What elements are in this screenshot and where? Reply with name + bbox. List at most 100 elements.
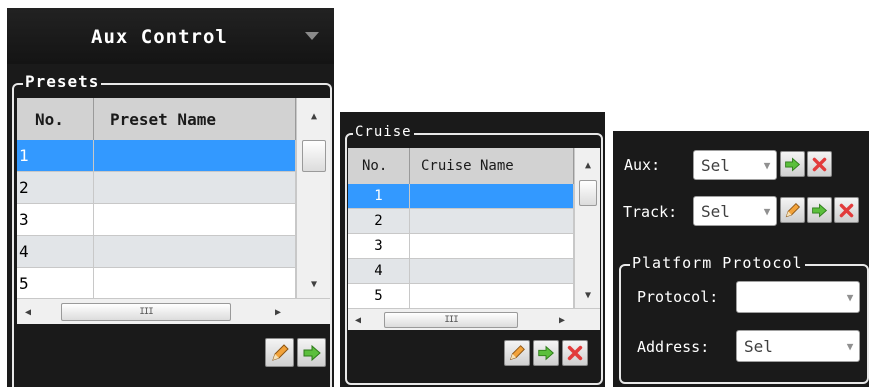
column-header-preset-name[interactable]: Preset Name <box>94 98 296 140</box>
scroll-up-arrow-icon[interactable]: ▲ <box>575 156 600 174</box>
column-header-no[interactable]: No. <box>348 148 410 184</box>
chevron-down-icon[interactable]: ▼ <box>758 159 776 172</box>
presets-vertical-scrollbar[interactable]: ▲ ▼ <box>296 98 330 298</box>
presets-hscroll-thumb[interactable]: III <box>61 303 231 321</box>
pencil-icon <box>509 345 525 361</box>
table-row[interactable]: 3 <box>348 234 574 259</box>
aux-stop-button[interactable] <box>807 151 832 177</box>
column-header-no[interactable]: No. <box>17 98 94 140</box>
row-name-cell <box>410 209 574 233</box>
row-number-cell: 5 <box>17 268 94 299</box>
cruise-action-bar <box>348 330 600 384</box>
aux-run-button[interactable] <box>780 151 805 177</box>
row-number-cell: 4 <box>348 259 410 283</box>
chevron-down-icon[interactable]: ▼ <box>841 291 859 304</box>
cruise-table: No. Cruise Name 12345 ▲ ▼ ◀ III ▶ <box>348 148 600 330</box>
protocol-select[interactable]: ▼ <box>736 281 860 313</box>
scroll-grip-icon: III <box>444 315 458 325</box>
row-number-cell: 1 <box>348 184 410 208</box>
table-row[interactable]: 3 <box>17 204 296 236</box>
presets-vscroll-thumb[interactable] <box>302 140 326 172</box>
scroll-grip-icon: III <box>139 307 153 317</box>
table-row[interactable]: 2 <box>17 172 296 204</box>
arrow-right-icon <box>812 203 828 217</box>
track-label: Track: <box>623 203 678 221</box>
arrow-right-icon <box>538 345 554 361</box>
panel-title: Aux Control <box>91 26 228 48</box>
edit-cruise-button[interactable] <box>504 340 530 366</box>
table-row[interactable]: 5 <box>348 284 574 309</box>
arrow-right-icon <box>785 157 801 171</box>
table-row[interactable]: 4 <box>348 259 574 284</box>
row-name-cell <box>94 140 296 171</box>
row-number-cell: 3 <box>348 234 410 258</box>
scroll-left-arrow-icon[interactable]: ◀ <box>350 311 366 329</box>
chevron-down-icon[interactable]: ▼ <box>758 205 776 218</box>
row-number-cell: 1 <box>17 140 94 171</box>
aux-select-value: Sel <box>701 155 730 175</box>
arrow-right-icon <box>303 344 321 361</box>
track-edit-button[interactable] <box>780 197 805 223</box>
row-name-cell <box>410 259 574 283</box>
row-number-cell: 3 <box>17 204 94 235</box>
call-cruise-button[interactable] <box>533 340 559 366</box>
aux-select[interactable]: Sel ▼ <box>693 150 777 180</box>
presets-legend: Presets <box>23 72 102 91</box>
cruise-vscroll-thumb[interactable] <box>579 180 597 206</box>
table-row[interactable]: 2 <box>348 209 574 234</box>
row-name-cell <box>94 268 296 299</box>
pencil-icon <box>785 202 801 217</box>
scroll-right-arrow-icon[interactable]: ▶ <box>269 302 287 322</box>
cruise-hscroll-thumb[interactable]: III <box>384 312 518 328</box>
table-row[interactable]: 4 <box>17 236 296 268</box>
row-name-cell <box>94 204 296 235</box>
presets-table: No. Preset Name 12345 ▲ ▼ ◀ III ▶ <box>17 98 330 324</box>
delete-x-icon <box>812 157 827 171</box>
row-name-cell <box>94 236 296 267</box>
scroll-right-arrow-icon[interactable]: ▶ <box>554 311 570 329</box>
presets-horizontal-scrollbar[interactable]: ◀ III ▶ <box>17 298 330 324</box>
cruise-legend: Cruise <box>353 124 414 140</box>
cruise-panel: Cruise No. Cruise Name 12345 ▲ ▼ ◀ III ▶ <box>340 112 605 387</box>
delete-x-icon <box>567 345 583 361</box>
scroll-left-arrow-icon[interactable]: ◀ <box>19 302 37 322</box>
delete-x-icon <box>839 203 854 217</box>
track-select[interactable]: Sel ▼ <box>693 196 777 226</box>
row-name-cell <box>410 184 574 208</box>
scroll-up-arrow-icon[interactable]: ▲ <box>297 106 330 126</box>
row-number-cell: 2 <box>17 172 94 203</box>
row-name-cell <box>410 284 574 308</box>
chevron-down-icon[interactable]: ▼ <box>841 340 859 353</box>
table-row[interactable]: 1 <box>348 184 574 209</box>
scroll-down-arrow-icon[interactable]: ▼ <box>297 274 330 294</box>
collapse-icon[interactable] <box>305 32 319 40</box>
scroll-down-arrow-icon[interactable]: ▼ <box>575 286 600 304</box>
aux-control-panel: Aux Control Presets No. Preset Name 1234… <box>7 8 334 387</box>
track-stop-button[interactable] <box>834 197 859 223</box>
row-number-cell: 5 <box>348 284 410 308</box>
column-header-cruise-name[interactable]: Cruise Name <box>410 148 574 184</box>
platform-protocol-legend: Platform Protocol <box>630 254 805 272</box>
call-preset-button[interactable] <box>297 338 326 367</box>
cruise-vertical-scrollbar[interactable]: ▲ ▼ <box>574 148 600 308</box>
address-select[interactable]: Sel ▼ <box>736 330 860 362</box>
presets-action-bar <box>17 324 330 380</box>
aux-label: Aux: <box>624 156 661 174</box>
address-select-value: Sel <box>744 336 773 356</box>
row-number-cell: 4 <box>17 236 94 267</box>
table-row[interactable]: 5 <box>17 268 296 300</box>
cruise-horizontal-scrollbar[interactable]: ◀ III ▶ <box>348 308 600 330</box>
protocol-label: Protocol: <box>637 288 719 306</box>
aux-control-header[interactable]: Aux Control <box>7 8 334 64</box>
track-run-button[interactable] <box>807 197 832 223</box>
delete-cruise-button[interactable] <box>562 340 588 366</box>
aux-track-panel: Aux: Sel ▼ Track: Sel ▼ Platform Protoco… <box>613 131 869 387</box>
address-label: Address: <box>637 338 710 356</box>
table-row[interactable]: 1 <box>17 140 296 172</box>
pencil-icon <box>271 343 289 361</box>
track-select-value: Sel <box>701 201 730 221</box>
row-name-cell <box>94 172 296 203</box>
edit-preset-button[interactable] <box>265 338 294 367</box>
row-name-cell <box>410 234 574 258</box>
row-number-cell: 2 <box>348 209 410 233</box>
